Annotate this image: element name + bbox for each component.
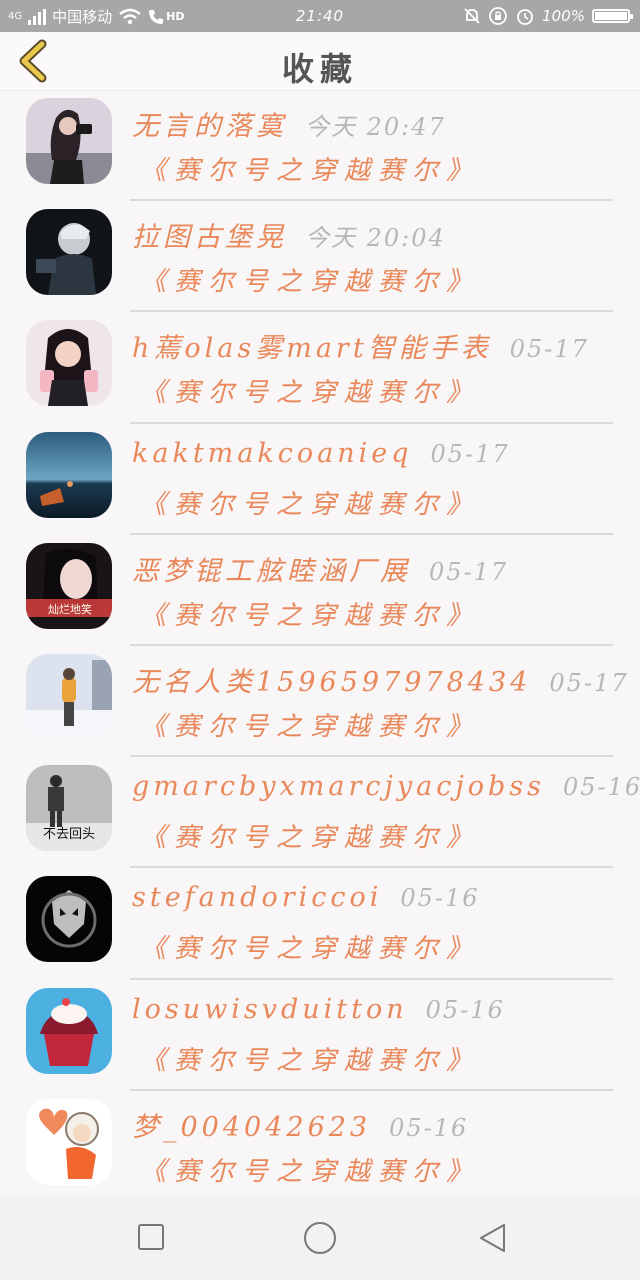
user-avatar[interactable] xyxy=(26,98,112,184)
book-title[interactable]: 《赛尔号之穿越赛尔》 xyxy=(140,1151,480,1188)
book-title[interactable]: 《赛尔号之穿越赛尔》 xyxy=(140,706,480,743)
timestamp: 05-17 xyxy=(429,557,509,586)
timestamp: 今天 20:47 xyxy=(305,113,446,141)
book-title[interactable]: 《赛尔号之穿越赛尔》 xyxy=(140,817,480,854)
system-navbar xyxy=(0,1195,640,1280)
favorite-item[interactable]: 无言的落寞 今天 20:47 《赛尔号之穿越赛尔》 xyxy=(0,90,640,202)
home-button[interactable] xyxy=(303,1221,337,1255)
book-title[interactable]: 《赛尔号之穿越赛尔》 xyxy=(140,150,480,187)
triangle-back-icon xyxy=(480,1224,505,1252)
favorite-item[interactable]: kaktmakcoanieq 05-17 《赛尔号之穿越赛尔》 xyxy=(0,424,640,535)
book-title[interactable]: 《赛尔号之穿越赛尔》 xyxy=(140,928,480,965)
circle-icon xyxy=(304,1222,336,1254)
user-avatar[interactable] xyxy=(26,876,112,963)
user-avatar[interactable] xyxy=(26,209,112,296)
user-avatar[interactable]: 不去回头 xyxy=(26,765,112,852)
book-title[interactable]: 《赛尔号之穿越赛尔》 xyxy=(140,595,480,632)
favorite-item[interactable]: h蔫olas雾mart智能手表 05-17 《赛尔号之穿越赛尔》 xyxy=(0,312,640,424)
timestamp: 05-17 xyxy=(509,335,589,364)
square-icon xyxy=(138,1224,164,1250)
timestamp: 05-16 xyxy=(389,1113,469,1142)
user-avatar[interactable] xyxy=(26,1098,112,1185)
user-name: stefandoriccoi xyxy=(132,882,383,914)
user-name: losuwisvduitton xyxy=(132,993,408,1025)
timestamp: 05-17 xyxy=(549,668,629,697)
page-title: 收藏 xyxy=(281,50,358,88)
avatar-caption: 灿烂地笑 xyxy=(48,602,92,616)
header-bar: 收藏 xyxy=(0,32,640,91)
nav-back-button[interactable] xyxy=(478,1223,508,1253)
bell-mute-icon xyxy=(464,8,480,24)
status-bar: 4G 中国移动 HD 21:40 100% xyxy=(0,0,640,32)
user-avatar[interactable] xyxy=(26,320,112,407)
timestamp: 今天 20:04 xyxy=(305,224,446,253)
user-name: 无名人类15965979784​34 xyxy=(132,666,532,698)
lock-rotate-icon xyxy=(489,7,508,25)
book-title[interactable]: 《赛尔号之穿越赛尔》 xyxy=(140,372,480,409)
timestamp: 05-16 xyxy=(400,884,480,913)
user-name: 无言的落寞 xyxy=(132,111,287,142)
timestamp: 05-16 xyxy=(562,773,640,802)
favorite-item[interactable]: 灿烂地笑 恶梦锟工舷睦涵厂展 05-17 《赛尔号之穿越赛尔》 xyxy=(0,535,640,646)
user-name: h蔫olas雾mart智能手表 xyxy=(132,333,492,365)
favorites-list: 无言的落寞 今天 20:47 《赛尔号之穿越赛尔》 拉图古堡晃 今天 20:04 《… xyxy=(0,90,640,1202)
user-avatar[interactable]: 灿烂地笑 xyxy=(26,542,112,629)
avatar-caption: 不去回头 xyxy=(43,827,95,842)
timestamp: 05-17 xyxy=(430,439,510,468)
user-avatar[interactable] xyxy=(26,431,112,518)
user-name: 梦_004042623 xyxy=(132,1111,372,1143)
battery-icon xyxy=(592,9,633,23)
user-name: kaktmakcoanieq xyxy=(132,437,413,469)
favorite-item[interactable]: 拉图古堡晃 今天 20:04 《赛尔号之穿越赛尔》 xyxy=(0,201,640,313)
user-name: 恶梦锟工舷睦涵厂展 xyxy=(132,555,411,587)
book-title[interactable]: 《赛尔号之穿越赛尔》 xyxy=(140,484,480,521)
book-title[interactable]: 《赛尔号之穿越赛尔》 xyxy=(140,1040,480,1077)
user-avatar[interactable] xyxy=(26,653,112,740)
recent-apps-button[interactable] xyxy=(137,1223,167,1253)
user-name: gmarcbyxmarcjyacjobss xyxy=(132,771,545,803)
user-name: 拉图古堡晃 xyxy=(132,222,287,254)
book-title[interactable]: 《赛尔号之穿越赛尔》 xyxy=(140,261,480,298)
favorite-item[interactable]: losuwisvduitton 05-16 《赛尔号之穿越赛尔》 xyxy=(0,980,640,1091)
favorite-item[interactable]: 梦_004042623 05-16 《赛尔号之穿越赛尔》 xyxy=(0,1091,640,1202)
timestamp: 05-16 xyxy=(425,995,505,1024)
favorite-item[interactable]: stefandoriccoi 05-16 《赛尔号之穿越赛尔》 xyxy=(0,868,640,980)
battery-percent: 100% xyxy=(542,7,585,25)
user-avatar[interactable] xyxy=(26,987,112,1074)
alarm-icon xyxy=(517,9,534,25)
favorite-item[interactable]: 无名人类15965979784​34 05-17 《赛尔号之穿越赛尔》 xyxy=(0,646,640,758)
favorite-item[interactable]: 不去回头 gmarcbyxmarcjyacjobss 05-16 《赛尔号之穿越赛… xyxy=(0,757,640,869)
